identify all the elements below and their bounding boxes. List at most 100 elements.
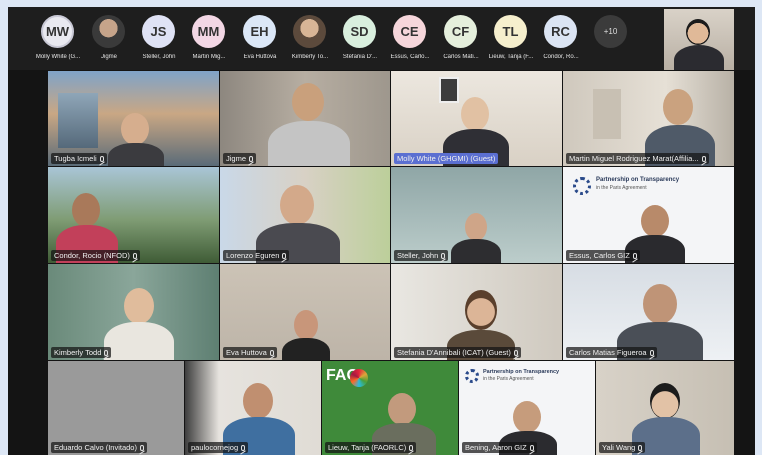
participant-chip-name: Martin Mig...	[192, 54, 226, 60]
video-tile[interactable]: Steller, John	[391, 167, 562, 263]
participant-chip-name: Condor, Ro...	[543, 54, 579, 60]
participant-chip[interactable]: Kimberly To...	[282, 7, 338, 70]
mic-off-icon	[701, 155, 706, 162]
participant-chip[interactable]: CF Carlos Mati...	[433, 7, 489, 70]
participant-name: Molly White (GHGMI) (Guest)	[397, 154, 496, 163]
participant-chip[interactable]: EH Eva Huttova	[232, 7, 288, 70]
participant-name-label: Eduardo Calvo (Invitado)	[51, 442, 147, 453]
mic-off-icon	[104, 349, 109, 356]
participant-chip[interactable]: TL Lieuw, Tanja (F...	[483, 7, 539, 70]
video-background	[48, 361, 184, 455]
mic-off-icon	[649, 349, 654, 356]
participant-name: Eduardo Calvo (Invitado)	[54, 443, 137, 452]
video-tile[interactable]: Yali Wang	[596, 361, 734, 455]
participant-name: Eva Huttova	[226, 348, 267, 357]
participant-body	[451, 239, 501, 263]
participant-chip[interactable]: SD Stefania D'...	[332, 7, 388, 70]
participant-body	[108, 143, 164, 166]
avatar	[293, 15, 326, 48]
meeting-window: MW Molly White (G... Jigme JS Steller, J…	[8, 7, 755, 455]
participant-head	[686, 19, 710, 45]
logo-icon	[465, 369, 479, 383]
mic-off-icon	[282, 252, 287, 259]
video-tile[interactable]: Partnership on Transparency in the Paris…	[459, 361, 595, 455]
mic-off-icon	[99, 155, 104, 162]
participant-name-label: Carlos Matias Figueroa	[566, 347, 657, 358]
participant-head	[650, 383, 680, 419]
sdg-wheel-icon	[350, 369, 368, 387]
participant-name: Steller, John	[397, 251, 439, 260]
avatar: CF	[444, 15, 477, 48]
participant-head	[641, 205, 669, 237]
video-tile[interactable]: Partnership on Transparency in the Paris…	[563, 167, 734, 263]
mic-off-icon	[632, 252, 637, 259]
participant-name-label: Jigme	[223, 153, 257, 164]
avatar: JS	[142, 15, 175, 48]
participant-head	[292, 83, 324, 121]
mic-off-icon	[441, 252, 446, 259]
participant-head	[465, 290, 497, 330]
participant-head	[461, 97, 489, 131]
video-tile[interactable]: Jigme	[220, 71, 390, 166]
avatar: TL	[494, 15, 527, 48]
avatar: SD	[343, 15, 376, 48]
building-image	[58, 93, 98, 148]
participant-chip-name: Molly White (G...	[35, 54, 81, 60]
mic-off-icon	[139, 444, 144, 451]
mic-off-icon	[529, 444, 534, 451]
logo-icon	[573, 177, 591, 195]
participant-name-label: Kimberly Todd	[51, 347, 112, 358]
participant-head	[294, 310, 318, 340]
video-tile[interactable]: Kimberly Todd	[48, 264, 219, 360]
participant-chip-name: Kimberly To...	[291, 54, 329, 60]
participant-chip[interactable]: MW Molly White (G...	[30, 7, 86, 70]
participant-chip[interactable]: RC Condor, Ro...	[533, 7, 589, 70]
participant-name-label: Martin Miguel Rodriguez Marat(Affilia...	[566, 153, 709, 164]
video-tile[interactable]: Carlos Matias Figueroa	[563, 264, 734, 360]
participant-chip-name: Jigme	[100, 54, 117, 60]
avatar: MW	[41, 15, 74, 48]
video-tile[interactable]: Lorenzo Eguren	[220, 167, 390, 263]
participant-chip-name: Lieuw, Tanja (F...	[488, 54, 534, 60]
more-participants-button[interactable]: +10	[594, 15, 627, 48]
avatar: EH	[243, 15, 276, 48]
participant-chip-name: Stefania D'...	[342, 54, 378, 60]
participant-chip[interactable]: Jigme	[81, 7, 137, 70]
participant-name: Martin Miguel Rodriguez Marat(Affilia...	[569, 154, 699, 163]
participant-name-label: Lorenzo Eguren	[223, 250, 290, 261]
mic-off-icon	[241, 444, 246, 451]
video-tile[interactable]: Stefania D'Annibali (ICAT) (Guest)	[391, 264, 562, 360]
participant-head	[388, 393, 416, 425]
video-tile[interactable]: Tugba Icmeli	[48, 71, 219, 166]
mic-off-icon	[132, 252, 137, 259]
video-tile[interactable]: Martin Miguel Rodriguez Marat(Affilia...	[563, 71, 734, 166]
video-tile-active-speaker[interactable]: Molly White (GHGMI) (Guest)	[391, 71, 562, 166]
participant-name-label: Essus, Carlos GIZ	[566, 250, 640, 261]
participant-name: Kimberly Todd	[54, 348, 102, 357]
participant-chip[interactable]: CE Essus, Carlo...	[382, 7, 438, 70]
video-tile[interactable]: FAO Lieuw, Tanja (FAORLC)	[322, 361, 458, 455]
wall-picture	[439, 77, 459, 103]
participant-head	[280, 185, 314, 225]
participant-name: Lorenzo Eguren	[226, 251, 280, 260]
video-tile[interactable]: paulocornejog	[185, 361, 321, 455]
participant-name-label: Molly White (GHGMI) (Guest)	[394, 153, 499, 164]
participant-chip[interactable]: MM Martin Mig...	[181, 7, 237, 70]
video-tile[interactable]: Condor, Rocio (NFOD)	[48, 167, 219, 263]
avatar: MM	[192, 15, 225, 48]
mic-off-icon	[249, 155, 254, 162]
participant-chip-name: Steller, John	[142, 54, 176, 60]
video-tile[interactable]: Eva Huttova	[220, 264, 390, 360]
video-tile[interactable]: Eduardo Calvo (Invitado)	[48, 361, 184, 455]
participant-name: Essus, Carlos GIZ	[569, 251, 630, 260]
participant-body	[104, 322, 174, 360]
avatar: RC	[544, 15, 577, 48]
participant-name-label: Stefania D'Annibali (ICAT) (Guest)	[394, 347, 521, 358]
participant-chip-name: Carlos Mati...	[443, 54, 479, 60]
avatar: CE	[393, 15, 426, 48]
self-view-video	[664, 9, 734, 70]
participant-name-label: Tugba Icmeli	[51, 153, 107, 164]
background-subtitle: in the Paris Agreement	[483, 376, 534, 382]
participant-name: Carlos Matias Figueroa	[569, 348, 647, 357]
participant-chip[interactable]: JS Steller, John	[131, 7, 187, 70]
